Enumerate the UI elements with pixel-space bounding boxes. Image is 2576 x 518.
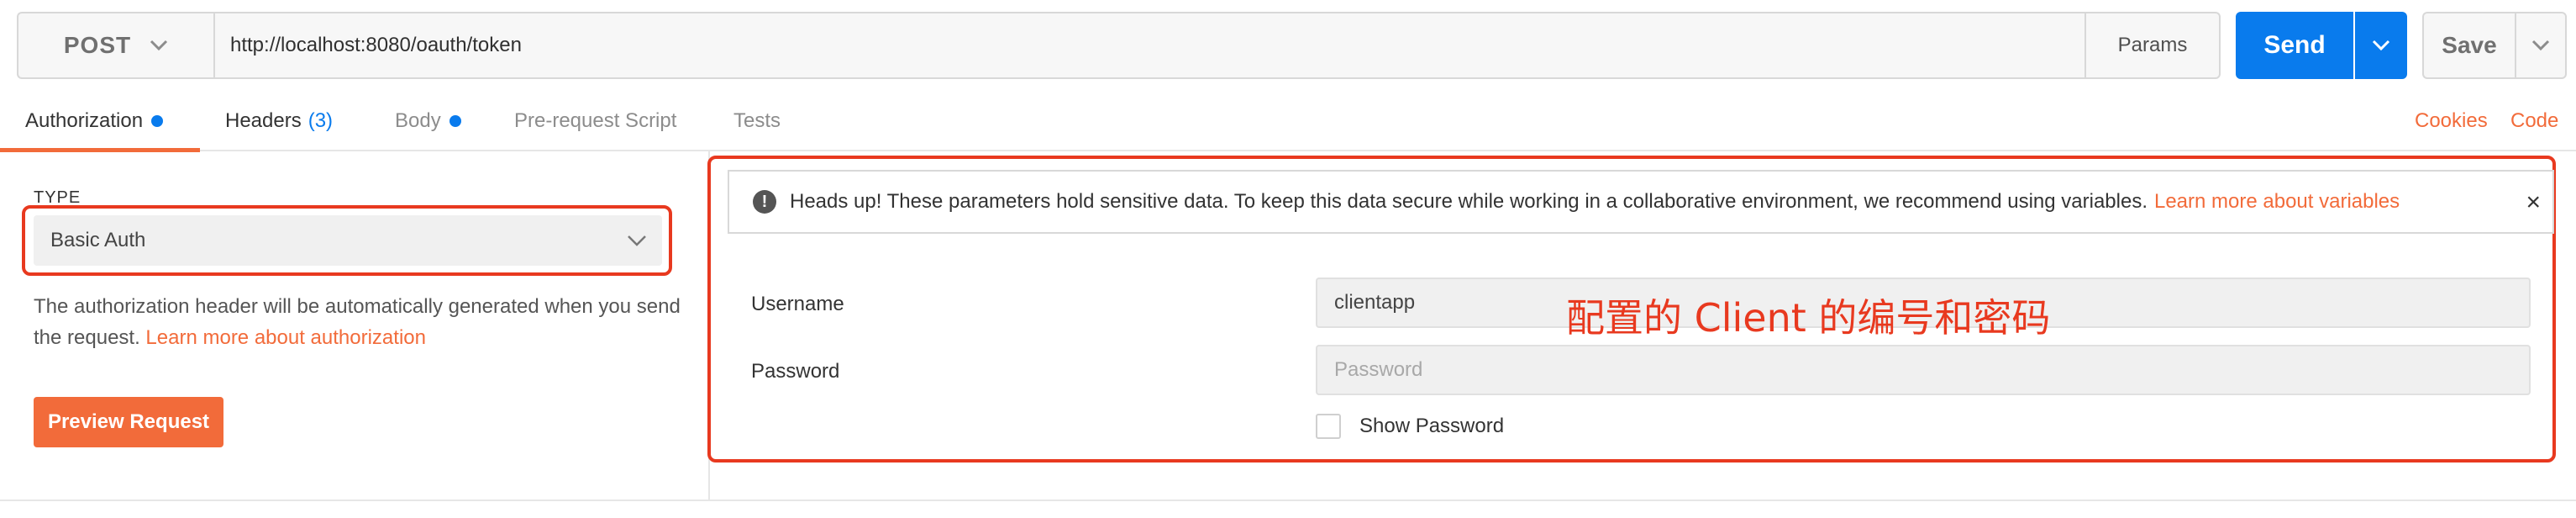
modified-dot-icon bbox=[151, 115, 164, 127]
tab-body[interactable]: Body bbox=[395, 92, 461, 150]
chevron-down-icon bbox=[150, 40, 168, 51]
sensitive-data-alert: ! Heads up! These parameters hold sensit… bbox=[728, 170, 2554, 234]
url-input[interactable]: http://localhost:8080/oauth/token bbox=[213, 12, 2102, 79]
tab-tests[interactable]: Tests bbox=[733, 92, 781, 150]
learn-more-variables-link[interactable]: Learn more about variables bbox=[2154, 190, 2400, 214]
password-label: Password bbox=[751, 360, 840, 383]
request-bar: POST http://localhost:8080/oauth/token P… bbox=[17, 12, 2567, 79]
password-placeholder: Password bbox=[1334, 358, 1423, 381]
learn-more-authorization-link[interactable]: Learn more about authorization bbox=[145, 326, 426, 349]
tab-authorization[interactable]: Authorization bbox=[25, 92, 164, 150]
highlight-box-auth-type bbox=[22, 205, 672, 276]
headers-count: (3) bbox=[308, 109, 334, 132]
save-dropdown-button[interactable] bbox=[2515, 12, 2567, 79]
modified-dot-icon bbox=[449, 115, 461, 127]
username-label: Username bbox=[751, 293, 844, 315]
tab-label: Authorization bbox=[25, 109, 144, 132]
close-icon[interactable]: × bbox=[2526, 188, 2541, 217]
tab-label: Pre-request Script bbox=[514, 109, 677, 132]
password-field[interactable]: Password bbox=[1316, 345, 2531, 395]
method-label: POST bbox=[63, 32, 132, 58]
tab-headers[interactable]: Headers (3) bbox=[225, 92, 333, 150]
auth-type-panel: TYPE Basic Auth The authorization header… bbox=[0, 151, 710, 500]
annotation-text: 配置的 Client 的编号和密码 bbox=[1566, 295, 2051, 341]
send-button[interactable]: Send bbox=[2236, 12, 2353, 79]
show-password-label[interactable]: Show Password bbox=[1359, 414, 1504, 439]
preview-request-button[interactable]: Preview Request bbox=[34, 397, 223, 447]
send-dropdown-button[interactable] bbox=[2355, 12, 2407, 79]
username-value: clientapp bbox=[1334, 291, 1416, 314]
code-link[interactable]: Code bbox=[2510, 92, 2558, 150]
show-password-checkbox[interactable] bbox=[1316, 414, 1341, 439]
url-text: http://localhost:8080/oauth/token bbox=[230, 34, 522, 56]
save-button[interactable]: Save bbox=[2422, 12, 2515, 79]
cookies-link[interactable]: Cookies bbox=[2415, 92, 2488, 150]
alert-text: Heads up! These parameters hold sensitiv… bbox=[790, 190, 2148, 213]
tab-label: Headers bbox=[225, 109, 302, 132]
method-select[interactable]: POST bbox=[17, 12, 213, 79]
request-tabs: Authorization Headers (3) Body Pre-reque… bbox=[0, 92, 2576, 152]
params-button[interactable]: Params bbox=[2084, 12, 2221, 79]
auth-description: The authorization header will be automat… bbox=[34, 291, 681, 353]
divider bbox=[0, 500, 2576, 501]
chevron-down-icon bbox=[2372, 40, 2390, 51]
chevron-down-icon bbox=[2531, 40, 2550, 51]
tab-label: Body bbox=[395, 109, 441, 132]
tab-label: Tests bbox=[733, 109, 781, 132]
exclamation-icon: ! bbox=[753, 190, 776, 214]
tab-pre-request-script[interactable]: Pre-request Script bbox=[514, 92, 676, 150]
